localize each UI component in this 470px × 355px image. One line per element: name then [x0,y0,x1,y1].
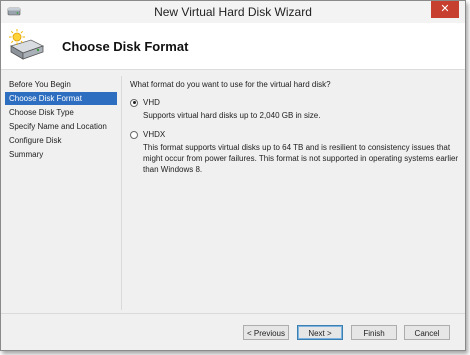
cancel-button[interactable]: Cancel [404,325,450,340]
close-button[interactable]: ✕ [431,1,459,18]
vhd-description: Supports virtual hard disks up to 2,040 … [143,111,321,120]
option-vhdx: VHDX This format supports virtual disks … [130,130,459,175]
vhd-label[interactable]: VHD [143,98,160,107]
wizard-body: Before You Begin Choose Disk Format Choo… [1,70,465,350]
format-question: What format do you want to use for the v… [130,80,331,89]
vhdx-radio-row[interactable]: VHDX [130,130,459,139]
vhd-radio-button[interactable] [130,98,138,107]
finish-button[interactable]: Finish [351,325,397,340]
nav-item-before-you-begin[interactable]: Before You Begin [5,78,117,91]
vhd-radio-row[interactable]: VHD [130,98,459,107]
wizard-steps-nav: Before You Begin Choose Disk Format Choo… [5,78,117,162]
nav-item-specify-name-and-location[interactable]: Specify Name and Location [5,120,117,133]
disk-sparkle-icon [9,29,45,60]
next-button[interactable]: Next > [297,325,343,340]
nav-item-choose-disk-format[interactable]: Choose Disk Format [5,92,117,105]
nav-item-configure-disk[interactable]: Configure Disk [5,134,117,147]
title-bar: New Virtual Hard Disk Wizard ✕ [1,1,465,24]
nav-item-choose-disk-type[interactable]: Choose Disk Type [5,106,117,119]
wizard-header: Choose Disk Format [1,23,465,70]
page-title: Choose Disk Format [62,39,189,54]
previous-button[interactable]: < Previous [243,325,289,340]
option-vhd: VHD Supports virtual hard disks up to 2,… [130,98,459,121]
wizard-window: New Virtual Hard Disk Wizard ✕ Choose Di… [0,0,466,351]
content-panel: What format do you want to use for the v… [121,76,459,310]
nav-item-summary[interactable]: Summary [5,148,117,161]
button-bar: < Previous Next > Finish Cancel [1,313,465,350]
vhdx-label[interactable]: VHDX [143,130,165,139]
window-title: New Virtual Hard Disk Wizard [154,5,312,19]
vhdx-radio-button[interactable] [130,130,138,139]
vhdx-description: This format supports virtual disks up to… [143,143,459,174]
